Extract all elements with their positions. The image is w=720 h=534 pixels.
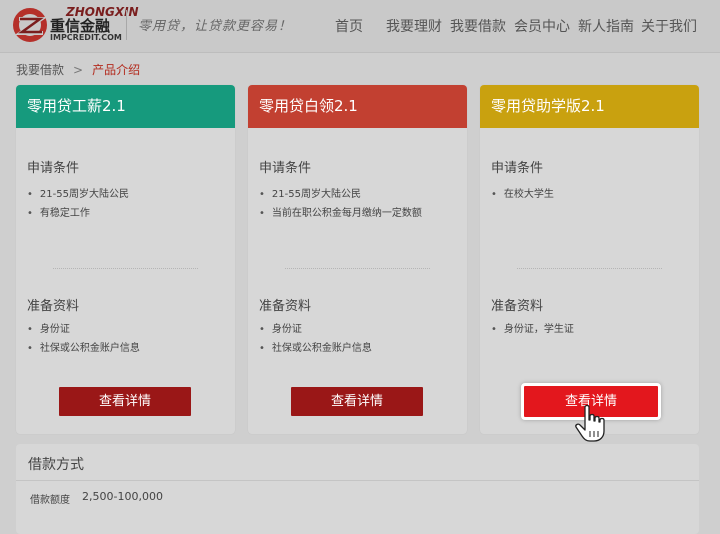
brand-url: IMPCREDIT.COM <box>50 33 122 42</box>
view-details-button[interactable]: 查看详情 <box>59 387 191 416</box>
materials-title: 准备资料 <box>259 299 312 314</box>
loan-amount-value: 2,500-100,000 <box>82 490 163 503</box>
conditions-list: 21-55周岁大陆公民 有稳定工作 <box>27 185 129 223</box>
site-header: ZHONGXIN 重信金融 IMPCREDIT.COM 零用贷，让贷款更容易！ … <box>0 0 720 53</box>
materials-list: 身份证 社保或公积金账户信息 <box>259 320 372 358</box>
breadcrumb: 我要借款 > 产品介绍 <box>16 61 140 78</box>
product-card-student: 零用贷助学版2.1 申请条件 在校大学生 准备资料 身份证，学生证 查看详情 <box>480 85 699 434</box>
loan-amount-label: 借款额度 <box>30 495 70 506</box>
list-item: 身份证，学生证 <box>491 320 574 339</box>
conditions-title: 申请条件 <box>491 161 544 176</box>
breadcrumb-current: 产品介绍 <box>92 63 141 77</box>
product-card-salary: 零用贷工薪2.1 申请条件 21-55周岁大陆公民 有稳定工作 准备资料 身份证… <box>16 85 235 434</box>
panel-divider <box>16 480 699 481</box>
section-divider <box>53 268 198 269</box>
nav-item-invest[interactable]: 我要理财 <box>386 16 442 36</box>
list-item: 有稳定工作 <box>27 204 129 223</box>
section-divider <box>285 268 430 269</box>
zhongxin-logo-icon[interactable] <box>13 8 47 42</box>
nav-item-borrow[interactable]: 我要借款 <box>450 16 506 36</box>
section-divider <box>517 268 662 269</box>
breadcrumb-separator: > <box>73 63 84 77</box>
nav-item-newbie-guide[interactable]: 新人指南 <box>578 16 634 36</box>
list-item: 当前在职公积金每月缴纳一定数额 <box>259 204 422 223</box>
list-item: 身份证 <box>27 320 140 339</box>
loan-method-panel: 借款方式 借款额度 2,500-100,000 <box>16 444 699 534</box>
nav-item-home[interactable]: 首页 <box>335 16 363 36</box>
conditions-title: 申请条件 <box>259 161 312 176</box>
materials-title: 准备资料 <box>491 299 544 314</box>
nav-item-about-us[interactable]: 关于我们 <box>641 16 697 36</box>
product-card-white-collar: 零用贷白领2.1 申请条件 21-55周岁大陆公民 当前在职公积金每月缴纳一定数… <box>248 85 467 434</box>
list-item: 21-55周岁大陆公民 <box>27 185 129 204</box>
view-details-button[interactable]: 查看详情 <box>291 387 423 416</box>
brand-slogan: 零用贷，让贷款更容易！ <box>138 19 293 34</box>
nav-item-member-center[interactable]: 会员中心 <box>514 16 570 36</box>
logo-divider <box>126 10 127 40</box>
list-item: 社保或公积金账户信息 <box>27 339 140 358</box>
loan-method-title: 借款方式 <box>28 457 84 473</box>
product-title: 零用贷工薪2.1 <box>16 85 235 128</box>
conditions-list: 21-55周岁大陆公民 当前在职公积金每月缴纳一定数额 <box>259 185 422 223</box>
materials-title: 准备资料 <box>27 299 80 314</box>
materials-list: 身份证，学生证 <box>491 320 574 339</box>
conditions-title: 申请条件 <box>27 161 80 176</box>
conditions-list: 在校大学生 <box>491 185 554 204</box>
list-item: 身份证 <box>259 320 372 339</box>
list-item: 21-55周岁大陆公民 <box>259 185 422 204</box>
list-item: 在校大学生 <box>491 185 554 204</box>
hand-pointer-icon <box>575 404 605 442</box>
product-title: 零用贷白领2.1 <box>248 85 467 128</box>
breadcrumb-parent[interactable]: 我要借款 <box>16 63 64 77</box>
materials-list: 身份证 社保或公积金账户信息 <box>27 320 140 358</box>
product-title: 零用贷助学版2.1 <box>480 85 699 128</box>
list-item: 社保或公积金账户信息 <box>259 339 372 358</box>
